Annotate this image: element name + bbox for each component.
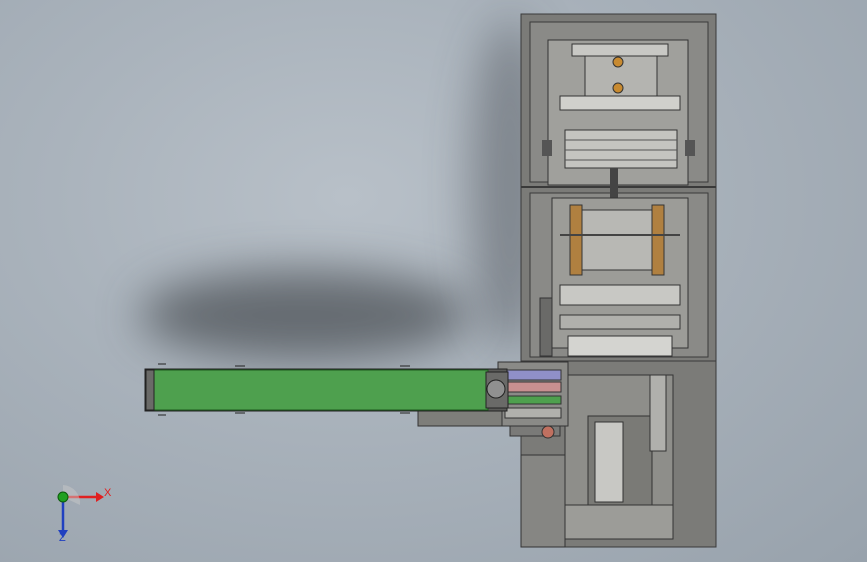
cad-model-drawing[interactable] (0, 0, 867, 562)
axis-x-label: X (104, 487, 112, 499)
model-viewport[interactable]: X Z (0, 0, 867, 562)
infeed-conveyor[interactable] (144, 363, 509, 427)
upper-cabinet[interactable] (520, 13, 717, 362)
coordinate-triad-icon (57, 485, 104, 538)
axis-z-label: Z (59, 532, 66, 544)
